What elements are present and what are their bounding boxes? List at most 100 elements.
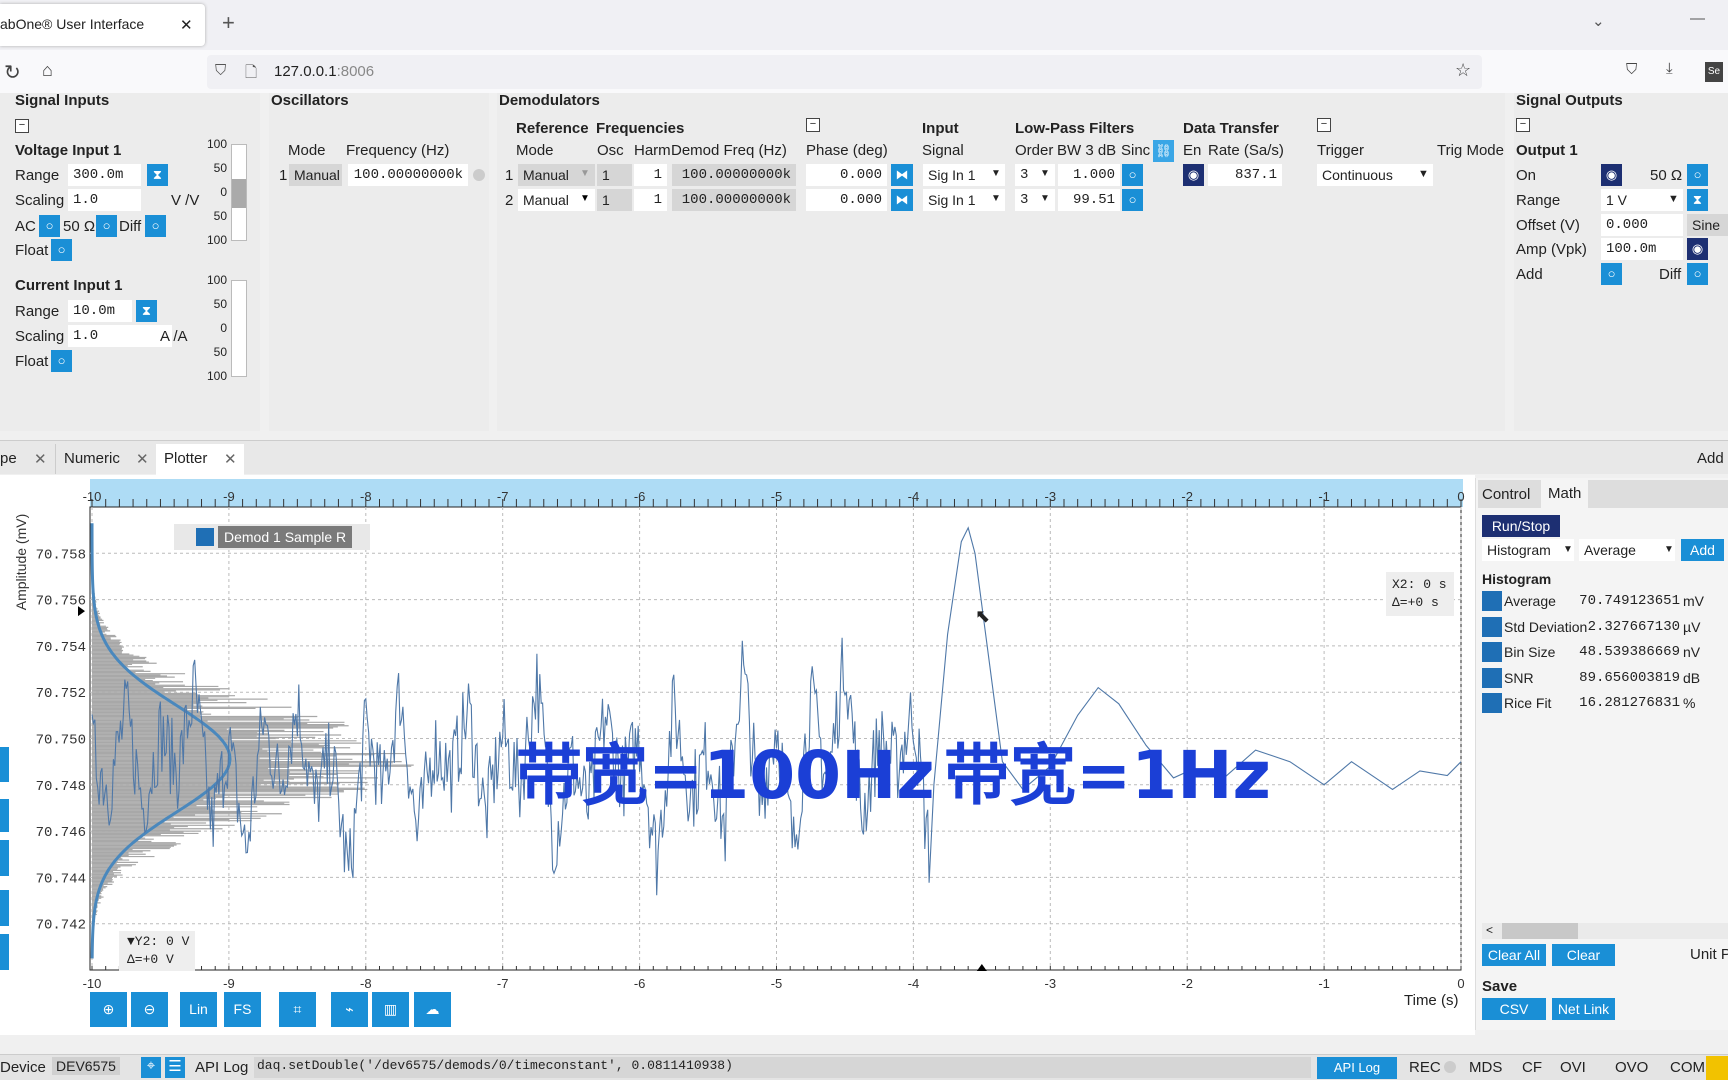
cf-indicator: CF xyxy=(1522,1059,1542,1076)
add-tab-button[interactable]: Add xyxy=(1697,450,1724,467)
cursor-icon[interactable]: ⌗ xyxy=(279,992,316,1027)
side-button[interactable] xyxy=(0,840,9,876)
ac-toggle[interactable]: ○ xyxy=(39,215,60,237)
horizontal-scrollbar[interactable]: < xyxy=(1482,923,1728,939)
row-color-swatch[interactable] xyxy=(1482,693,1502,713)
run-stop-button[interactable]: Run/Stop xyxy=(1482,515,1560,537)
trace-icon[interactable]: ⌁ xyxy=(331,992,368,1027)
collapse-button[interactable]: − xyxy=(15,119,29,133)
api-log-button[interactable]: API Log xyxy=(1317,1057,1397,1079)
extension-icon[interactable]: Se xyxy=(1705,62,1723,82)
side-button[interactable] xyxy=(0,934,9,970)
v-scaling-input[interactable]: 1.0 xyxy=(68,189,141,211)
diff-toggle[interactable]: ○ xyxy=(145,215,166,237)
legend[interactable]: Demod 1 Sample R xyxy=(174,524,370,550)
phase-zero-icon[interactable]: ⧓ xyxy=(891,189,913,211)
legend-label: Demod 1 Sample R xyxy=(218,526,353,548)
side-button[interactable] xyxy=(0,890,9,926)
collapse-button[interactable]: − xyxy=(1516,118,1530,132)
close-icon[interactable]: ✕ xyxy=(34,450,47,468)
bw-input[interactable]: 99.51 xyxy=(1058,189,1120,211)
download-icon[interactable]: ⤓ xyxy=(1666,60,1673,77)
scrollbar-thumb[interactable] xyxy=(1502,923,1578,939)
data-transfer-enable-toggle[interactable]: ◉ xyxy=(1183,164,1204,186)
collapse-button[interactable]: − xyxy=(806,118,820,132)
math-type-select[interactable]: Histogram xyxy=(1482,539,1574,561)
auto-range-hourglass-icon[interactable]: ⧗ xyxy=(1687,189,1708,211)
browser-tab[interactable]: abOne® User Interface ✕ xyxy=(0,4,205,46)
ohm-toggle[interactable]: ○ xyxy=(96,215,117,237)
tab-control[interactable]: Control xyxy=(1482,486,1530,503)
url-bar[interactable]: ⛉ 🗋 127.0.0.1:8006 ☆ xyxy=(207,55,1482,89)
close-icon[interactable]: ✕ xyxy=(224,450,237,468)
cloud-upload-icon[interactable]: ☁ xyxy=(414,992,451,1027)
clear-button[interactable]: Clear xyxy=(1552,944,1615,966)
zoom-out-icon[interactable]: ⊖ xyxy=(131,992,168,1027)
range-label: Range xyxy=(1516,192,1561,209)
row-color-swatch[interactable] xyxy=(1482,591,1502,611)
trace-list-icon[interactable]: ▥ xyxy=(372,992,409,1027)
minimize-icon[interactable]: — xyxy=(1690,10,1705,27)
scroll-left-icon[interactable]: < xyxy=(1486,923,1493,937)
add-math-button[interactable]: Add xyxy=(1681,539,1724,561)
sinc-toggle[interactable]: ○ xyxy=(1122,189,1143,211)
pocket-icon[interactable]: ⛉ xyxy=(1626,61,1637,78)
close-tab-icon[interactable]: ✕ xyxy=(180,16,193,34)
row-color-swatch[interactable] xyxy=(1482,642,1502,662)
phase-zero-icon[interactable]: ⧓ xyxy=(891,164,913,186)
row-color-swatch[interactable] xyxy=(1482,616,1502,637)
v-range-input[interactable]: 300.0m xyxy=(68,164,141,186)
i-scaling-input[interactable]: 1.0 xyxy=(68,325,172,347)
tab-math[interactable]: Math xyxy=(1541,480,1589,508)
float-toggle[interactable]: ○ xyxy=(51,350,72,372)
math-function-select[interactable]: Average xyxy=(1579,539,1675,561)
new-tab-button[interactable]: + xyxy=(222,10,235,36)
tab-scope[interactable]: pe ✕ xyxy=(0,444,52,474)
collapse-button[interactable]: − xyxy=(1317,118,1331,132)
lin-button[interactable]: Lin xyxy=(180,992,217,1027)
phase-input[interactable]: 0.000 xyxy=(806,189,887,211)
reload-icon[interactable]: ↻ xyxy=(4,60,21,85)
csv-button[interactable]: CSV xyxy=(1482,998,1546,1020)
zoom-in-icon[interactable]: ⊕ xyxy=(90,992,127,1027)
add-toggle[interactable]: ○ xyxy=(1601,263,1622,285)
menu-icon[interactable]: ☰ xyxy=(165,1057,185,1078)
diff-toggle[interactable]: ○ xyxy=(1687,263,1708,285)
demod-harm[interactable]: 1 xyxy=(634,164,667,186)
demod-harm[interactable]: 1 xyxy=(634,189,667,211)
offset-input[interactable]: 0.000 xyxy=(1601,214,1683,236)
bookmark-star-icon[interactable]: ☆ xyxy=(1455,60,1471,81)
i-range-input[interactable]: 10.0m xyxy=(68,300,132,322)
side-button[interactable] xyxy=(0,799,9,832)
close-icon[interactable]: ✕ xyxy=(136,450,149,468)
tab-plotter[interactable]: Plotter ✕ xyxy=(156,444,244,475)
tab-numeric[interactable]: Numeric ✕ xyxy=(55,444,154,474)
row-color-swatch[interactable] xyxy=(1482,667,1502,688)
rate-input[interactable]: 837.1 xyxy=(1208,164,1282,186)
locate-icon[interactable]: ⌖ xyxy=(141,1057,161,1078)
float-toggle[interactable]: ○ xyxy=(51,239,72,261)
demod-osc[interactable]: 1 xyxy=(597,164,632,186)
x-cursor-delta: Δ=+0 s xyxy=(1392,595,1439,610)
link-icon[interactable]: ⛓ xyxy=(1153,140,1174,162)
auto-range-hourglass-icon[interactable]: ⧗ xyxy=(136,300,157,322)
side-button[interactable] xyxy=(0,747,9,782)
amp-input[interactable]: 100.0m xyxy=(1601,238,1683,260)
api-log-label: API Log xyxy=(195,1059,249,1076)
fs-button[interactable]: FS xyxy=(224,992,261,1027)
home-icon[interactable]: ⌂ xyxy=(42,60,53,81)
sinc-toggle[interactable]: ○ xyxy=(1122,164,1143,186)
rec-led xyxy=(1444,1061,1456,1073)
tab-list-chevron-icon[interactable]: ⌄ xyxy=(1592,12,1605,30)
bw-input[interactable]: 1.000 xyxy=(1058,164,1120,186)
output-on-toggle[interactable]: ◉ xyxy=(1601,164,1622,186)
amp-enable-toggle[interactable]: ◉ xyxy=(1687,238,1708,260)
osc-freq-input[interactable]: 100.00000000k xyxy=(348,164,468,186)
net-link-button[interactable]: Net Link xyxy=(1552,998,1615,1020)
phase-input[interactable]: 0.000 xyxy=(806,164,887,186)
clear-all-button[interactable]: Clear All xyxy=(1482,944,1546,966)
auto-range-hourglass-icon[interactable]: ⧗ xyxy=(147,164,168,186)
demod-osc[interactable]: 1 xyxy=(597,189,632,211)
ohm-toggle[interactable]: ○ xyxy=(1687,164,1708,186)
trigger-select[interactable]: Continuous xyxy=(1317,164,1433,186)
